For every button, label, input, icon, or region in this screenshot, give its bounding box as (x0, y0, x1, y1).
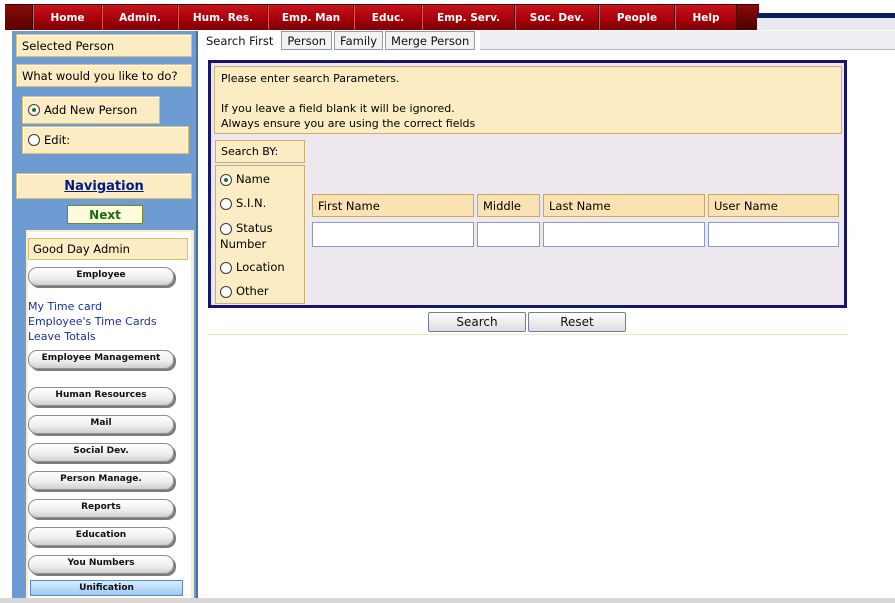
top-navigation-bar: Home Admin. Hum. Res. Emp. Man Educ. Emp… (0, 0, 895, 31)
option-location-label: Location (236, 260, 285, 274)
reset-button[interactable]: Reset (528, 312, 626, 332)
nav-people[interactable]: People (599, 5, 675, 30)
nav-left-cap (5, 5, 33, 30)
my-time-card-link[interactable]: My Time card (28, 300, 102, 313)
option-location[interactable]: Location (220, 260, 285, 274)
human-resources-button[interactable]: Human Resources (28, 387, 174, 406)
what-to-do-label: What would you like to do? (16, 64, 192, 87)
search-by-label: Search BY: (215, 140, 305, 163)
sidebar: Selected Person What would you like to d… (12, 31, 198, 603)
tab-bar: Search First Person Family Merge Person (200, 31, 477, 50)
add-new-person-label: Add New Person (44, 103, 138, 117)
employee-time-cards-link[interactable]: Employee's Time Cards (28, 315, 157, 328)
nav-soc-dev[interactable]: Soc. Dev. (515, 5, 599, 30)
nav-educ[interactable]: Educ. (354, 5, 422, 30)
instruction-line-3: Always ensure you are using the correct … (221, 117, 476, 130)
option-sin[interactable]: S.I.N. (220, 196, 266, 210)
nav-right-cap (737, 5, 759, 30)
bottom-scroll-edge (0, 598, 895, 603)
instruction-spacer (221, 86, 835, 101)
navigation-link[interactable]: Navigation (16, 173, 192, 199)
tab-underline (480, 49, 895, 50)
first-name-input[interactable] (312, 222, 474, 247)
greeting-label: Good Day Admin (28, 238, 188, 260)
edit-option[interactable]: Edit: (22, 126, 189, 154)
tab-family[interactable]: Family (334, 31, 384, 50)
reports-button[interactable]: Reports (28, 499, 174, 518)
radio-unchecked-icon[interactable] (220, 285, 232, 298)
employee-management-button[interactable]: Employee Management (28, 350, 174, 369)
radio-unchecked-icon[interactable] (28, 134, 40, 146)
side-panel: Good Day Admin Employee My Time card Emp… (26, 230, 194, 603)
education-button[interactable]: Education (28, 527, 174, 546)
radio-checked-icon[interactable] (220, 173, 232, 186)
column-last-name: Last Name (543, 194, 705, 217)
leave-totals-link[interactable]: Leave Totals (28, 330, 96, 343)
column-user-name: User Name (708, 194, 839, 217)
nav-emp-serv[interactable]: Emp. Serv. (422, 5, 515, 30)
last-name-input[interactable] (543, 222, 705, 247)
header-band-light (757, 18, 895, 30)
option-name[interactable]: Name (220, 172, 270, 186)
mail-button[interactable]: Mail (28, 415, 174, 434)
radio-checked-icon[interactable] (28, 104, 40, 116)
search-panel: Please enter search Parameters. If you l… (208, 60, 847, 308)
instruction-line-2: If you leave a field blank it will be ig… (221, 102, 455, 115)
option-status-number[interactable]: Status Number (220, 220, 300, 252)
radio-unchecked-icon[interactable] (220, 197, 232, 210)
nav-emp-man[interactable]: Emp. Man (268, 5, 354, 30)
next-button[interactable]: Next (67, 205, 143, 224)
tab-merge-person[interactable]: Merge Person (385, 31, 476, 50)
search-button[interactable]: Search (428, 312, 526, 332)
employee-button[interactable]: Employee (28, 267, 174, 286)
tab-search-first[interactable]: Search First (200, 31, 280, 50)
nav-admin[interactable]: Admin. (102, 5, 178, 30)
nav-help[interactable]: Help (675, 5, 737, 30)
middle-input[interactable] (477, 222, 540, 247)
option-name-label: Name (236, 172, 270, 186)
tab-person[interactable]: Person (281, 31, 333, 50)
nav-hum-res[interactable]: Hum. Res. (178, 5, 268, 30)
column-first-name: First Name (312, 194, 474, 217)
column-middle: Middle (477, 194, 540, 217)
divider (208, 334, 848, 335)
option-other[interactable]: Other (220, 284, 269, 298)
social-dev-button[interactable]: Social Dev. (28, 443, 174, 462)
person-manage-button[interactable]: Person Manage. (28, 471, 174, 490)
tab-strip-fill (480, 31, 895, 49)
nav-home[interactable]: Home (33, 5, 102, 30)
add-new-person-option[interactable]: Add New Person (22, 96, 160, 124)
you-numbers-button[interactable]: You Numbers (28, 555, 174, 574)
search-instructions: Please enter search Parameters. If you l… (214, 66, 842, 134)
user-name-input[interactable] (708, 222, 839, 247)
selected-person-label: Selected Person (16, 34, 192, 57)
nav-strip: Home Admin. Hum. Res. Emp. Man Educ. Emp… (5, 4, 759, 30)
edit-label: Edit: (44, 133, 71, 147)
radio-unchecked-icon[interactable] (220, 222, 232, 235)
search-by-options: Name S.I.N. Status Number Location Other (215, 165, 305, 304)
radio-unchecked-icon[interactable] (220, 261, 232, 274)
option-sin-label: S.I.N. (236, 196, 267, 210)
option-other-label: Other (236, 284, 269, 298)
instruction-line-1: Please enter search Parameters. (221, 72, 400, 85)
unification-button[interactable]: Unification (30, 580, 183, 596)
